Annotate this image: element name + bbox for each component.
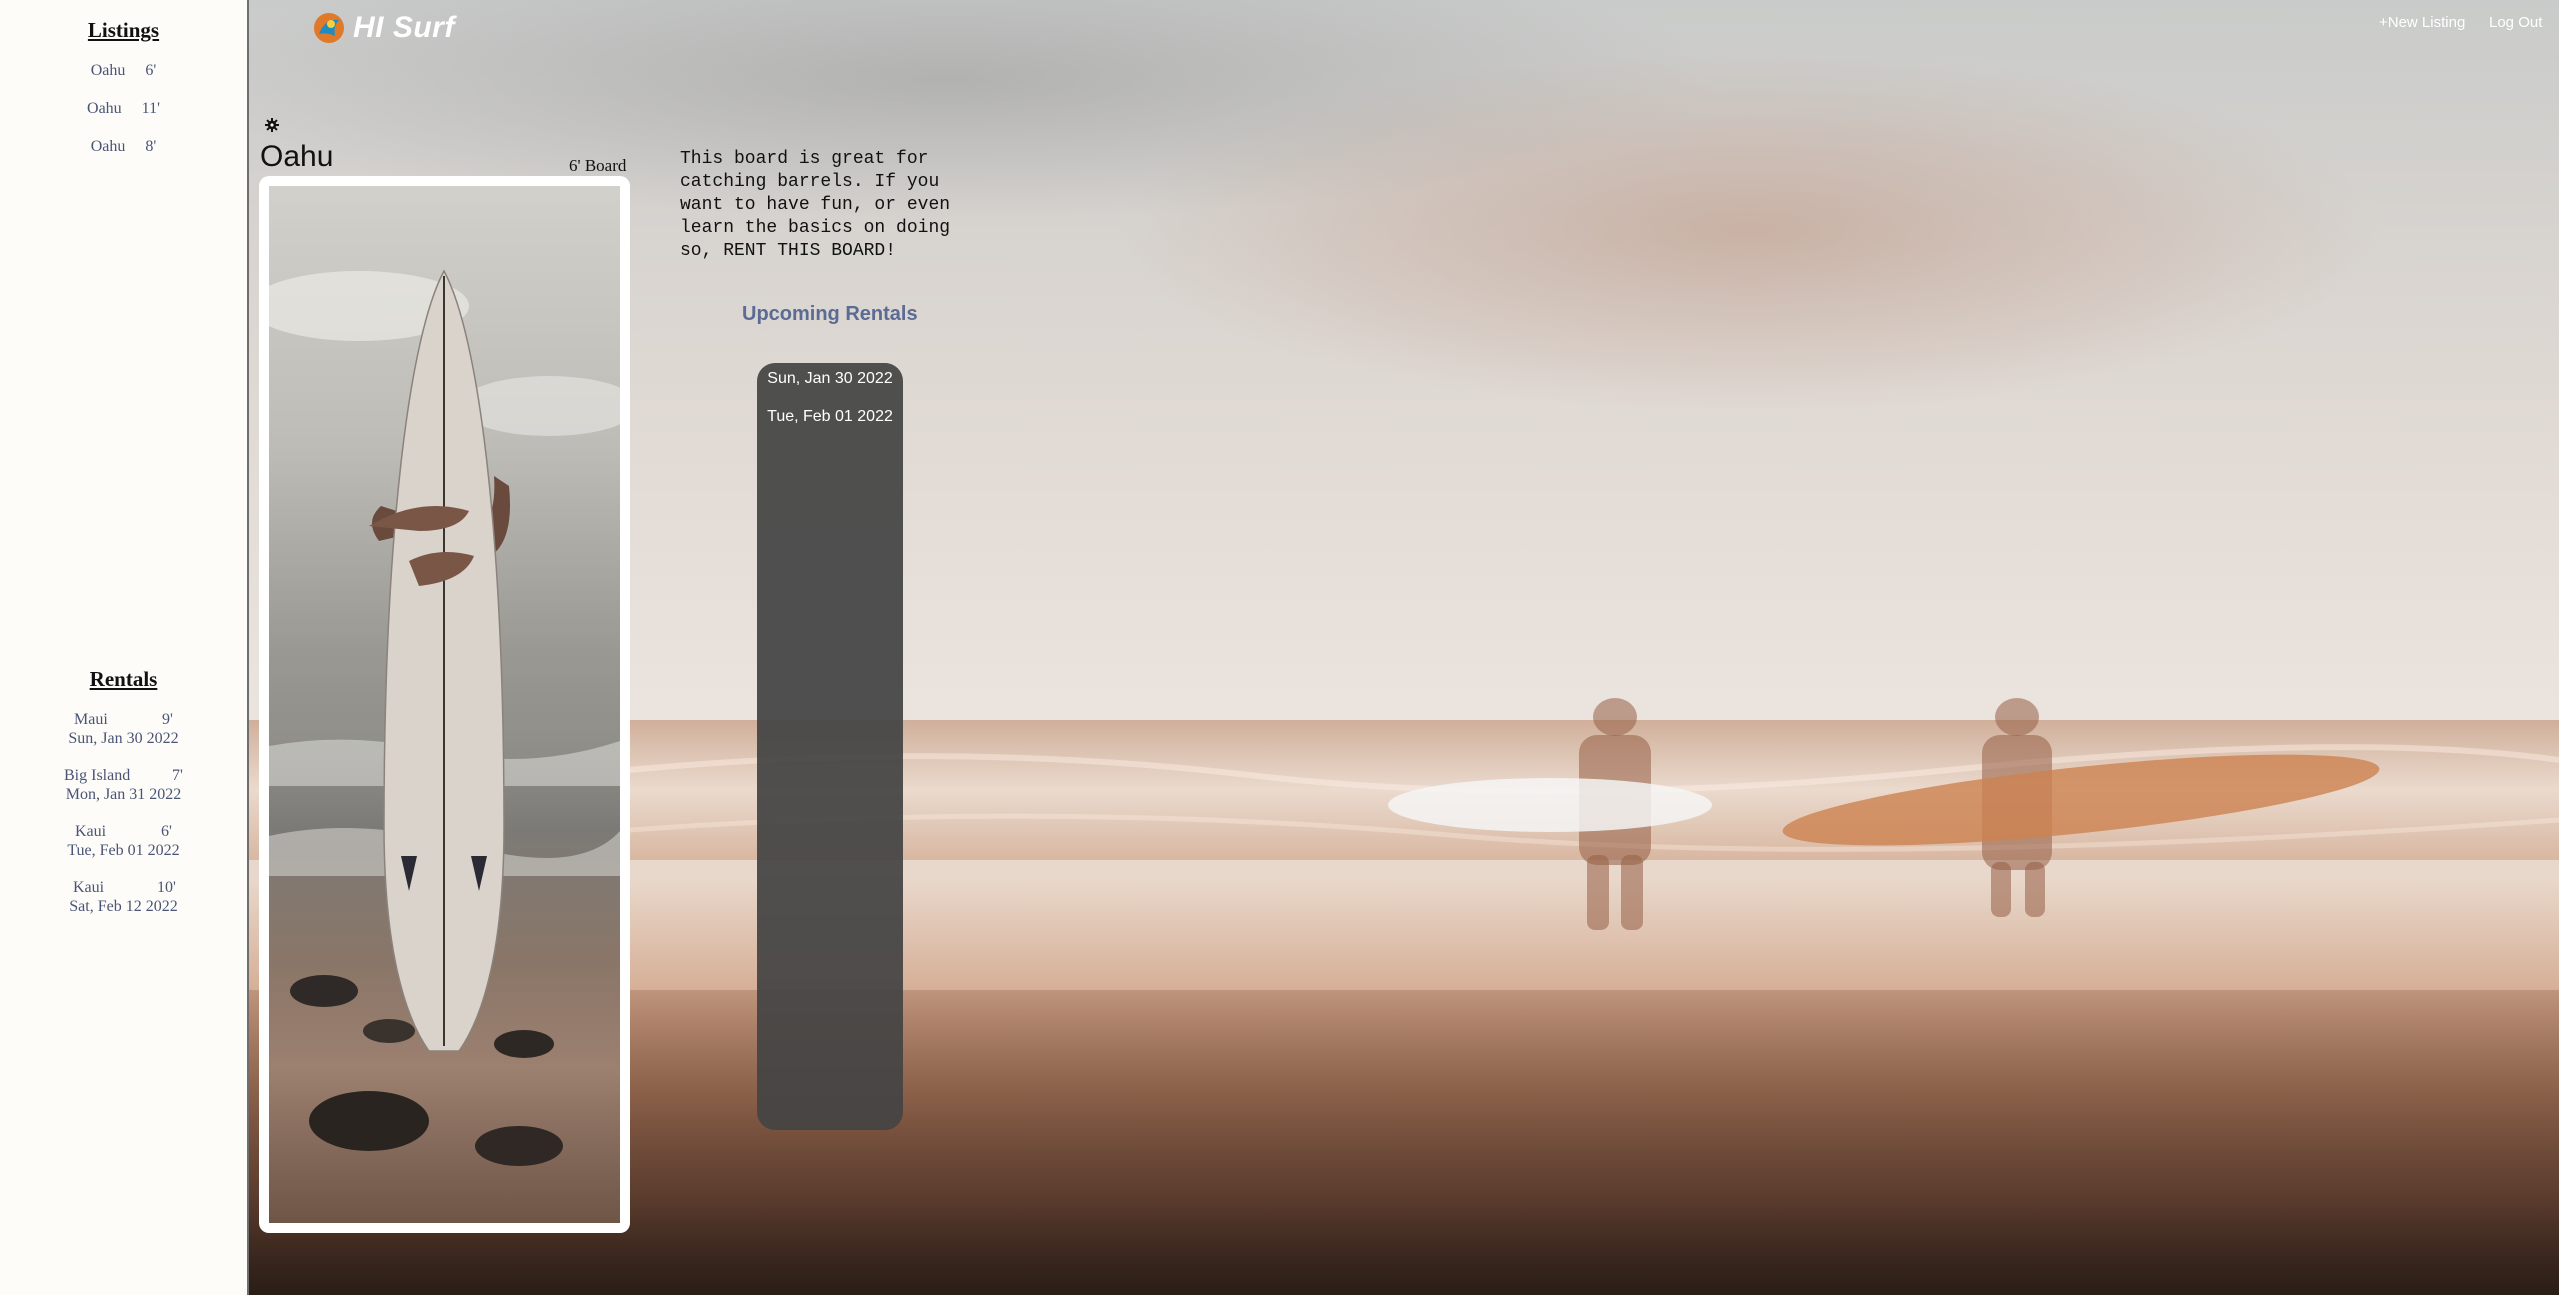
listings-heading: Listings bbox=[87, 18, 160, 42]
listing-description: This board is great for catching barrels… bbox=[680, 149, 951, 261]
listing-size-label: 6' Board bbox=[569, 156, 627, 175]
listing-title: Oahu bbox=[260, 140, 334, 173]
rental-size: 7' bbox=[172, 767, 183, 784]
rental-location: Maui bbox=[74, 711, 108, 728]
rental-size: 6' bbox=[161, 823, 172, 840]
rental-location: Kaui bbox=[73, 879, 105, 896]
listing-location: Oahu bbox=[90, 138, 126, 155]
gear-icon[interactable] bbox=[265, 118, 279, 132]
board-photo bbox=[269, 186, 620, 1223]
listing-size: 8' bbox=[145, 138, 157, 155]
rental-date: Mon, Jan 31 2022 bbox=[65, 786, 182, 803]
sidebar-rental-item[interactable]: Maui 9' Sun, Jan 30 2022 bbox=[0, 711, 247, 749]
rental-location: Big Island bbox=[64, 767, 131, 784]
upcoming-rentals-panel: Sun, Jan 30 2022 Tue, Feb 01 2022 bbox=[757, 363, 903, 1130]
upcoming-rental-date: Tue, Feb 01 2022 bbox=[767, 408, 893, 425]
sidebar-listing-item[interactable]: Oahu 6' bbox=[0, 62, 247, 80]
board-photo-illustration bbox=[269, 269, 620, 1166]
listing-size: 6' bbox=[145, 62, 157, 79]
rental-size: 9' bbox=[162, 711, 173, 728]
sidebar: Listings Oahu 6' Oahu 11' Oahu 8' Rentals M… bbox=[0, 0, 249, 1295]
upcoming-rental-date: Sun, Jan 30 2022 bbox=[767, 370, 893, 387]
rental-date: Sat, Feb 12 2022 bbox=[69, 898, 178, 915]
brand[interactable]: HI Surf bbox=[311, 8, 455, 48]
new-listing-link[interactable]: +New Listing bbox=[2379, 14, 2465, 31]
board-photo-frame bbox=[259, 176, 630, 1233]
sidebar-listing-item[interactable]: Oahu 11' bbox=[0, 100, 247, 118]
sidebar-listing-item[interactable]: Oahu 8' bbox=[0, 138, 247, 156]
surf-logo-icon bbox=[314, 13, 344, 43]
rental-location: Kaui bbox=[75, 823, 107, 840]
listing-location: Oahu bbox=[87, 100, 122, 117]
sidebar-rental-item[interactable]: Big Island 7' Mon, Jan 31 2022 bbox=[0, 767, 247, 805]
listing-location: Oahu bbox=[90, 62, 126, 79]
rental-date: Sun, Jan 30 2022 bbox=[68, 730, 179, 747]
upcoming-rentals-heading: Upcoming Rentals bbox=[742, 303, 918, 325]
rentals-heading: Rentals bbox=[89, 667, 158, 691]
log-out-link[interactable]: Log Out bbox=[2489, 14, 2542, 31]
sidebar-rental-item[interactable]: Kaui 6' Tue, Feb 01 2022 bbox=[0, 823, 247, 861]
rental-date: Tue, Feb 01 2022 bbox=[67, 842, 180, 859]
sidebar-rental-item[interactable]: Kaui 10' Sat, Feb 12 2022 bbox=[0, 879, 247, 917]
brand-name: HI Surf bbox=[353, 11, 455, 44]
rental-size: 10' bbox=[157, 879, 176, 896]
listing-size: 11' bbox=[141, 100, 160, 117]
